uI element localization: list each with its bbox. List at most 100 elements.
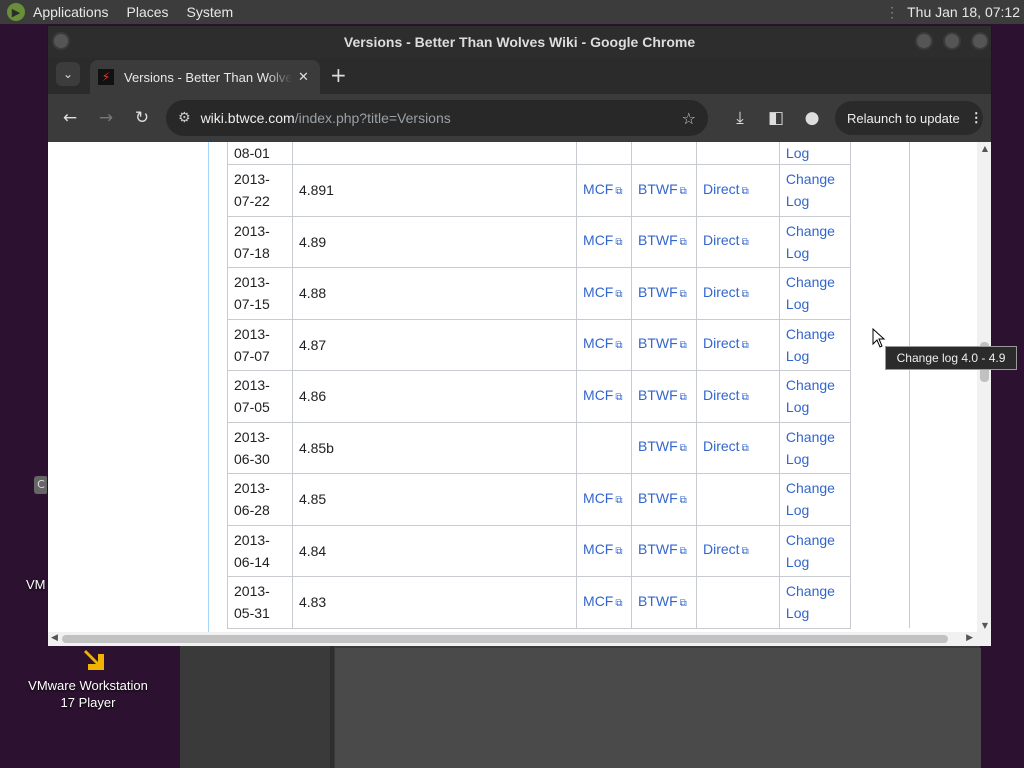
mcf-link[interactable]: MCF: [583, 387, 622, 403]
direct-link[interactable]: Direct: [703, 335, 749, 351]
btwf-cell[interactable]: BTWF: [631, 164, 697, 217]
menu-system[interactable]: System: [187, 4, 234, 20]
mcf-link[interactable]: MCF: [583, 284, 622, 300]
mcf-link[interactable]: MCF: [583, 593, 622, 609]
mcf-link[interactable]: MCF: [583, 232, 622, 248]
mcf-link[interactable]: MCF: [583, 181, 622, 197]
reload-icon[interactable]: ↻: [130, 106, 154, 130]
scroll-left-icon[interactable]: ◀: [51, 633, 58, 643]
profile-avatar-icon[interactable]: ●: [800, 106, 824, 130]
kebab-menu-icon[interactable]: ⋮: [970, 110, 983, 126]
btwf-cell[interactable]: BTWF: [631, 370, 697, 423]
changelog-cell[interactable]: Change Log: [778, 421, 851, 474]
direct-link[interactable]: Direct: [703, 541, 749, 557]
direct-cell[interactable]: Direct: [696, 370, 780, 423]
mcf-cell[interactable]: MCF: [576, 164, 633, 217]
direct-cell[interactable]: Direct: [696, 267, 780, 320]
changelog-cell[interactable]: Change Log: [778, 576, 851, 629]
direct-cell[interactable]: Direct: [696, 318, 780, 371]
btwf-cell[interactable]: BTWF: [631, 318, 697, 371]
direct-cell[interactable]: Direct: [696, 215, 780, 268]
direct-link[interactable]: Direct: [703, 284, 749, 300]
btwf-link[interactable]: BTWF: [638, 181, 687, 197]
btwf-link[interactable]: BTWF: [638, 593, 687, 609]
changelog-cell[interactable]: Change Log: [778, 164, 851, 217]
relaunch-to-update-button[interactable]: Relaunch to update ⋮: [835, 101, 983, 135]
btwf-cell[interactable]: BTWF: [631, 421, 697, 474]
back-arrow-icon[interactable]: ←: [58, 106, 82, 130]
changelog-cell[interactable]: Change Log: [778, 215, 851, 268]
changelog-link[interactable]: Change Log: [786, 171, 835, 209]
panel-clock[interactable]: Thu Jan 18, 07:12: [907, 4, 1020, 20]
address-bar[interactable]: ⚙ wiki.btwce.com/index.php?title=Version…: [166, 100, 708, 136]
direct-cell[interactable]: Direct: [696, 164, 780, 217]
window-menu-icon[interactable]: [52, 32, 70, 50]
scroll-up-icon[interactable]: ▲: [982, 144, 988, 153]
maximize-icon[interactable]: [943, 32, 961, 50]
changelog-cell[interactable]: Change Log: [778, 473, 851, 526]
changelog-link[interactable]: Change Log: [786, 583, 835, 621]
btwf-link[interactable]: BTWF: [638, 490, 687, 506]
btwf-cell[interactable]: BTWF: [631, 524, 697, 577]
new-tab-plus-icon[interactable]: +: [330, 64, 347, 86]
direct-link[interactable]: Direct: [703, 387, 749, 403]
btwf-link[interactable]: BTWF: [638, 232, 687, 248]
btwf-link[interactable]: BTWF: [638, 438, 687, 454]
address-url[interactable]: wiki.btwce.com/index.php?title=Versions: [201, 110, 451, 126]
vmware-shortcut-icon[interactable]: [82, 646, 116, 676]
changelog-link[interactable]: Change Log: [786, 532, 835, 570]
btwf-cell[interactable]: BTWF: [631, 473, 697, 526]
changelog-link[interactable]: Change Log: [786, 326, 835, 364]
btwf-link[interactable]: BTWF: [638, 335, 687, 351]
distro-logo-icon[interactable]: ▶: [7, 3, 25, 21]
close-window-icon[interactable]: [971, 32, 989, 50]
changelog-link[interactable]: Change Log: [786, 377, 835, 415]
mcf-cell[interactable]: MCF: [576, 318, 633, 371]
mcf-cell[interactable]: MCF: [576, 473, 633, 526]
mcf-cell[interactable]: MCF: [576, 267, 633, 320]
tab-close-icon[interactable]: ✕: [298, 70, 309, 85]
bookmark-star-icon[interactable]: ☆: [682, 109, 696, 128]
mcf-link[interactable]: MCF: [583, 335, 622, 351]
window-titlebar[interactable]: Versions - Better Than Wolves Wiki - Goo…: [48, 26, 991, 58]
btwf-link[interactable]: BTWF: [638, 387, 687, 403]
scroll-right-icon[interactable]: ▶: [966, 633, 973, 643]
mcf-cell[interactable]: MCF: [576, 524, 633, 577]
scroll-down-icon[interactable]: ▼: [982, 621, 988, 630]
btwf-link[interactable]: BTWF: [638, 284, 687, 300]
changelog-cell[interactable]: Change Log: [778, 524, 851, 577]
changelog-link[interactable]: Change Log: [786, 480, 835, 518]
forward-arrow-icon[interactable]: →: [94, 106, 118, 130]
vmware-shortcut-label[interactable]: VMware Workstation 17 Player: [20, 677, 156, 711]
changelog-cell[interactable]: Change Log: [778, 370, 851, 423]
mcf-link[interactable]: MCF: [583, 490, 622, 506]
changelog-cell[interactable]: Change Log: [778, 267, 851, 320]
download-icon[interactable]: ⤓: [728, 106, 752, 130]
changelog-link[interactable]: Change Log: [786, 223, 835, 261]
btwf-cell[interactable]: BTWF: [631, 267, 697, 320]
site-info-tune-icon[interactable]: ⚙: [178, 110, 191, 126]
horizontal-scrollbar[interactable]: ◀ ▶: [48, 632, 991, 646]
direct-link[interactable]: Direct: [703, 181, 749, 197]
btwf-cell[interactable]: BTWF: [631, 576, 697, 629]
changelog-link[interactable]: Change Log: [786, 274, 835, 312]
direct-link[interactable]: Direct: [703, 438, 749, 454]
menu-applications[interactable]: Applications: [33, 4, 109, 20]
direct-cell[interactable]: Direct: [696, 421, 780, 474]
tab-search-chevron-down-icon[interactable]: ⌄: [56, 62, 80, 86]
horizontal-scroll-thumb[interactable]: [62, 635, 948, 643]
menu-places[interactable]: Places: [127, 4, 169, 20]
mcf-cell[interactable]: MCF: [576, 576, 633, 629]
tab-versions[interactable]: ⚡ Versions - Better Than Wolves Wiki ✕: [90, 60, 320, 94]
vertical-scrollbar[interactable]: ▲ ▼: [977, 142, 991, 632]
direct-link[interactable]: Direct: [703, 232, 749, 248]
minimize-icon[interactable]: [915, 32, 933, 50]
mcf-link[interactable]: MCF: [583, 541, 622, 557]
mcf-cell[interactable]: MCF: [576, 370, 633, 423]
side-panel-icon[interactable]: ◧: [764, 106, 788, 130]
direct-cell[interactable]: Direct: [696, 524, 780, 577]
changelog-cell[interactable]: Log: [778, 142, 851, 165]
desktop-partial-icon[interactable]: C: [34, 476, 48, 494]
changelog-link[interactable]: Change Log: [786, 429, 835, 467]
changelog-cell[interactable]: Change Log: [778, 318, 851, 371]
